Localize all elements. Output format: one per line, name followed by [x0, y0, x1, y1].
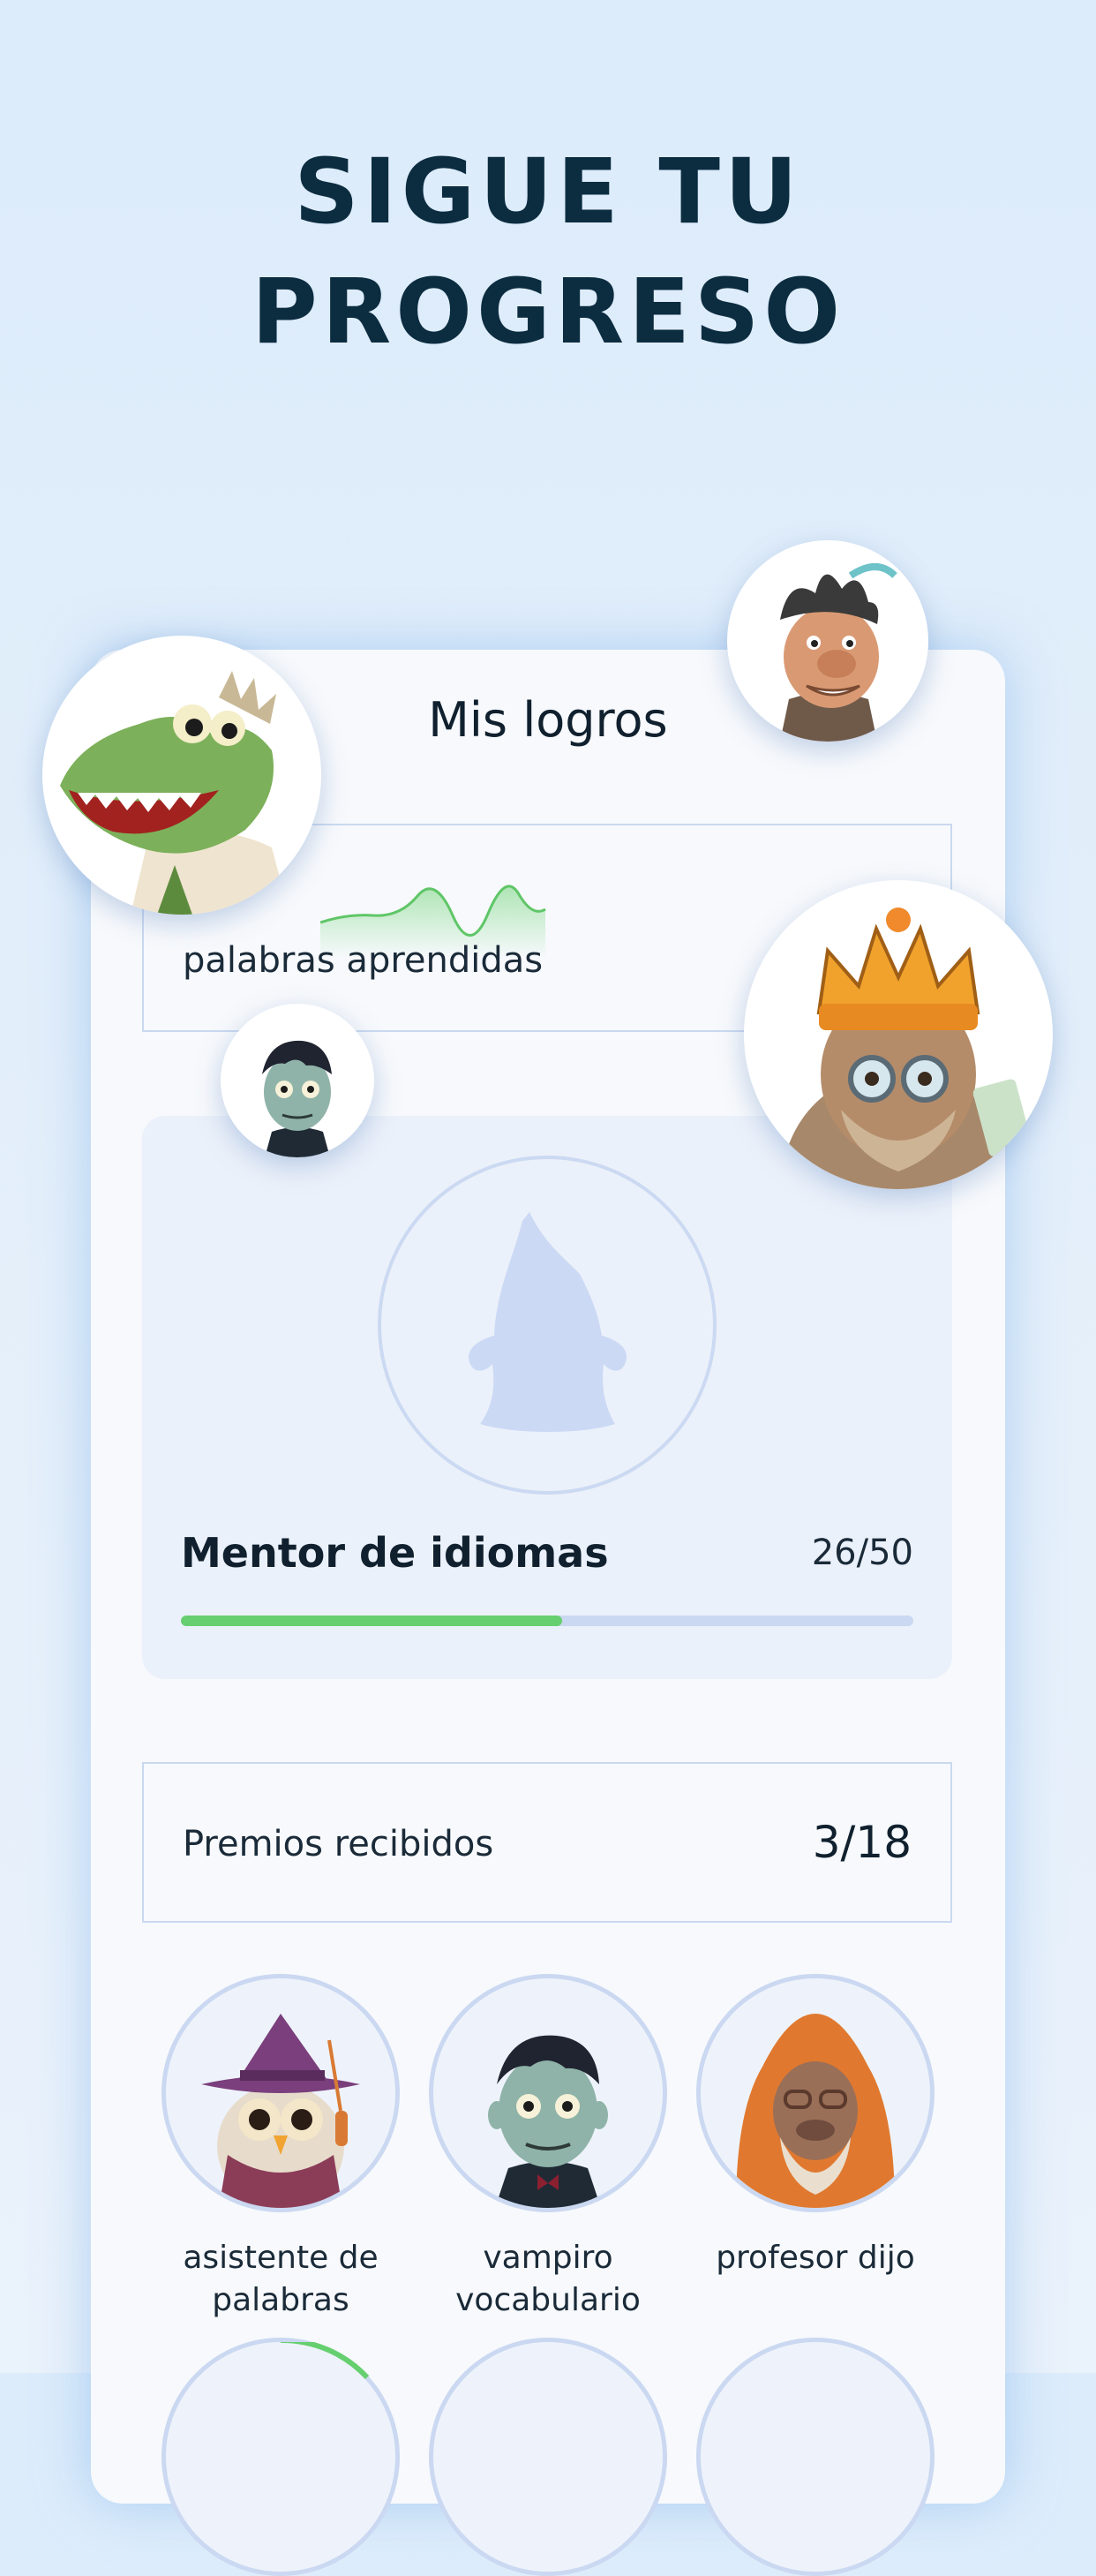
badge-word-wizard[interactable]: asistente de palabras [139, 1974, 423, 2322]
mentor-title: Mentor de idiomas [181, 1529, 609, 1577]
mentor-achievement-panel[interactable]: Mentor de idiomas 26/50 [142, 1116, 952, 1679]
caveman-icon [780, 563, 897, 742]
awards-label: Premios recibidos [183, 1824, 494, 1864]
vampire-avatar [221, 1004, 374, 1157]
badge-label: asistente de palabras [183, 2240, 379, 2318]
badge-ring-next[interactable] [696, 2338, 935, 2576]
vampire-icon [488, 2035, 608, 2208]
king-ape-avatar [744, 880, 1053, 1189]
caveman-avatar [727, 540, 928, 742]
crocodile-avatar [42, 636, 321, 915]
headline: SIGUE TU PROGRESO [0, 132, 1096, 373]
badge-progress-arc [281, 2342, 370, 2380]
locked-wizard-silhouette-icon [469, 1212, 627, 1432]
owl-wizard-icon [201, 2014, 360, 2208]
badge-vocabulary-vampire[interactable]: vampiro vocabulario [406, 1974, 690, 2322]
crocodile-icon [60, 671, 289, 915]
badge-label: vampiro vocabulario [455, 2240, 641, 2318]
awards-count: 3/18 [812, 1817, 912, 1868]
ape-professor-icon [736, 2014, 895, 2208]
king-ape-icon [779, 908, 1032, 1189]
headline-line-1: SIGUE TU [294, 139, 802, 245]
mentor-progress-fill [181, 1616, 562, 1626]
badge-ring [696, 1974, 935, 2212]
mentor-progress-track [181, 1616, 913, 1626]
badge-label: profesor dijo [716, 2240, 915, 2276]
words-learned-label: palabras aprendidas [183, 940, 544, 981]
badge-ring [429, 1974, 667, 2212]
headline-line-2: PROGRESO [251, 260, 845, 365]
awards-received-panel[interactable]: Premios recibidos 3/18 [142, 1762, 952, 1923]
badge-ring [161, 1974, 400, 2212]
badge-ring-next[interactable] [161, 2338, 400, 2576]
badge-professor-said[interactable]: profesor dijo [673, 1974, 957, 2279]
mentor-count: 26/50 [811, 1533, 913, 1573]
vampire-small-icon [262, 1040, 332, 1157]
badge-ring-next[interactable] [429, 2338, 667, 2576]
mentor-badge-locked [378, 1156, 717, 1495]
